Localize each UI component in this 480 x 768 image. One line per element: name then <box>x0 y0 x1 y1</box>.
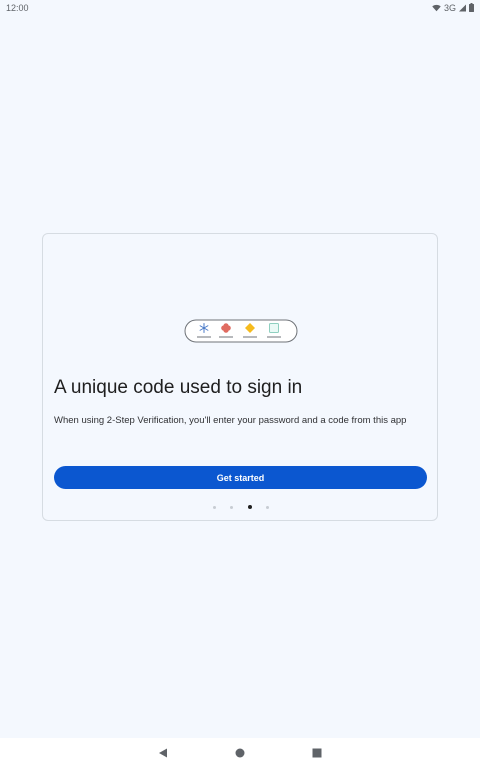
recents-icon <box>312 748 322 758</box>
home-icon <box>235 748 245 758</box>
home-button[interactable] <box>233 746 247 760</box>
square-icon <box>269 323 279 333</box>
network-type: 3G <box>443 2 456 13</box>
status-bar: 12:00 3G <box>0 0 480 15</box>
back-button[interactable] <box>156 746 170 760</box>
onboarding-card: A unique code used to sign in When using… <box>42 233 438 521</box>
page-indicator <box>213 504 269 510</box>
battery-icon <box>469 3 474 12</box>
code-illustration <box>184 319 298 343</box>
signal-icon <box>459 4 466 11</box>
status-time: 12:00 <box>6 2 29 13</box>
page-dot-active <box>247 505 252 509</box>
get-started-button[interactable]: Get started <box>54 466 427 489</box>
wifi-icon <box>432 4 441 11</box>
page-dot <box>230 505 234 509</box>
page-title: A unique code used to sign in <box>54 377 303 398</box>
status-icons: 3G <box>432 3 474 13</box>
page-dot <box>213 505 216 509</box>
back-icon <box>159 748 167 758</box>
navigation-bar <box>0 738 480 768</box>
page-description: When using 2-Step Verification, you'll e… <box>54 415 407 426</box>
page-dot <box>265 505 269 509</box>
recents-button[interactable] <box>310 746 324 760</box>
